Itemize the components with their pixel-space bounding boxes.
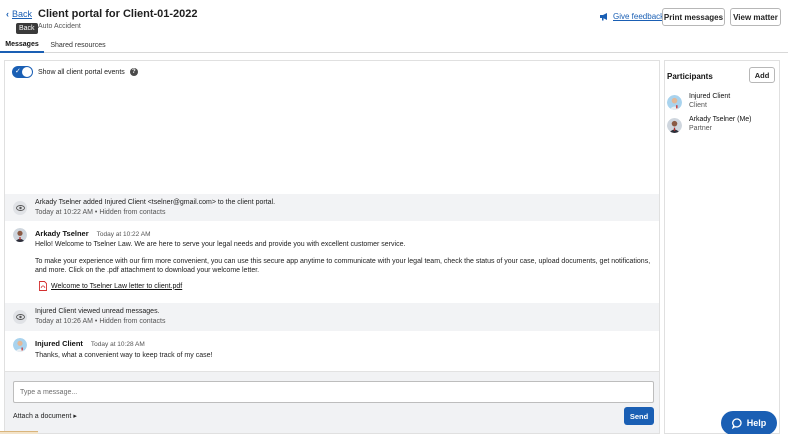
event-meta: Today at 10:22 AM • Hidden from contacts: [35, 209, 166, 216]
message-time: Today at 10:22 AM: [96, 231, 151, 238]
help-question-icon[interactable]: ?: [129, 68, 138, 76]
page-subtitle: Auto Accident: [38, 23, 81, 30]
check-icon: ✓: [15, 68, 21, 75]
author-name: Injured Client: [35, 339, 83, 348]
event-item: Arkady Tselner added Injured Client <tse…: [5, 194, 659, 221]
help-button[interactable]: Help: [721, 411, 777, 434]
attachment-name: Welcome to Tselner Law letter to client.…: [51, 282, 183, 290]
participants-panel: Participants Add Injured Client Client A…: [664, 60, 780, 434]
avatar: [13, 228, 27, 242]
messages-panel: ✓ Show all client portal events ? Arkady…: [4, 60, 660, 434]
avatar: [667, 118, 682, 133]
message-composer: Attach a document ▸ Send: [5, 371, 659, 433]
back-label: Back: [12, 9, 33, 19]
event-meta: Today at 10:26 AM • Hidden from contacts: [35, 318, 166, 325]
participants-title: Participants: [667, 72, 713, 81]
author-name: Arkady Tselner: [35, 229, 89, 238]
message-line: Hello! Welcome to Tselner Law. We are he…: [35, 241, 406, 248]
tab-messages[interactable]: Messages: [0, 38, 44, 53]
participant-role: Client: [689, 102, 707, 109]
eye-icon: [13, 310, 27, 324]
back-link[interactable]: ‹ Back: [6, 9, 32, 19]
message-time: Today at 10:28 AM: [90, 341, 145, 348]
megaphone-icon: [600, 13, 607, 21]
page-header: ‹ Back Back Client portal for Client-01-2…: [0, 0, 788, 38]
page-title: Client portal for Client-01-2022: [38, 8, 198, 20]
event-text: Arkady Tselner added Injured Client <tse…: [35, 199, 276, 206]
event-item: Injured Client viewed unread messages. T…: [5, 303, 659, 331]
app-root: ‹ Back Back Client portal for Client-01-2…: [0, 0, 788, 434]
pdf-file-icon: [39, 281, 47, 291]
tab-bar: Messages Shared resources: [0, 38, 788, 53]
message-input[interactable]: [13, 381, 654, 403]
participant-item[interactable]: Injured Client Client: [667, 93, 779, 113]
participant-item[interactable]: Arkady Tselner (Me) Partner: [667, 116, 779, 136]
message-item: Arkady Tselner Today at 10:22 AM Hello! W…: [5, 223, 659, 301]
view-matter-button[interactable]: View matter: [730, 8, 781, 26]
participant-role: Partner: [689, 125, 712, 132]
eye-icon: [13, 201, 27, 215]
help-label: Help: [746, 418, 767, 428]
chat-bubble-icon: [731, 417, 742, 429]
participant-name: Arkady Tselner (Me): [689, 116, 752, 123]
participant-name: Injured Client: [689, 93, 731, 100]
message-line: To make your experience with our firm mo…: [35, 258, 651, 265]
message-author: Arkady Tselner Today at 10:22 AM: [35, 229, 150, 238]
chevron-left-icon: ‹: [6, 9, 9, 19]
message-author: Injured Client Today at 10:28 AM: [35, 339, 145, 348]
give-feedback-label: Give feedback: [613, 12, 665, 21]
print-messages-button[interactable]: Print messages: [662, 8, 725, 26]
send-button[interactable]: Send: [624, 407, 654, 425]
show-events-row: ✓ Show all client portal events ?: [12, 66, 138, 78]
event-text: Injured Client viewed unread messages.: [35, 308, 160, 315]
message-item: Injured Client Today at 10:28 AM Thanks, …: [5, 333, 659, 369]
toggle-knob: [22, 67, 32, 77]
give-feedback-link[interactable]: Give feedback: [599, 12, 664, 21]
show-events-toggle[interactable]: ✓: [12, 66, 33, 78]
show-events-label: Show all client portal events: [38, 68, 125, 76]
tab-shared-resources[interactable]: Shared resources: [46, 38, 110, 53]
add-participant-button[interactable]: Add: [749, 67, 775, 83]
avatar: [667, 95, 682, 110]
pdf-attachment-link[interactable]: Welcome to Tselner Law letter to client.…: [39, 281, 182, 291]
back-tooltip: Back: [16, 23, 38, 34]
message-line: Thanks, what a convenient way to keep tr…: [35, 352, 213, 359]
avatar: [13, 338, 27, 352]
message-line: and more. Click on the .pdf attachment t…: [35, 267, 260, 274]
attach-document-link[interactable]: Attach a document ▸: [13, 412, 77, 420]
